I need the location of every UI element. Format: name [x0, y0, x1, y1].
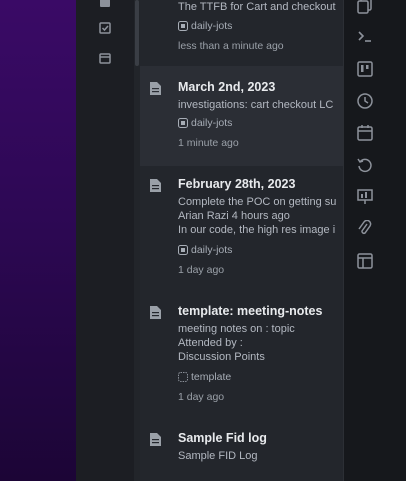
scrollbar-thumb[interactable] [135, 0, 139, 66]
note-tag[interactable]: daily-jots [178, 244, 232, 256]
list-item[interactable]: February 28th, 2023 Complete the POC on … [140, 166, 343, 294]
document-icon [150, 306, 161, 319]
kanban-icon[interactable] [356, 60, 374, 78]
document-icon [150, 179, 161, 192]
note-tag[interactable]: template [178, 371, 231, 383]
presentation-icon[interactable] [356, 188, 374, 206]
layout-icon[interactable] [356, 252, 374, 270]
note-preview-line: Attended by : [178, 337, 243, 349]
right-toolbar [343, 0, 406, 481]
document-icon [150, 82, 161, 95]
tag-label: daily-jots [191, 20, 233, 32]
note-preview-line: The TTFB for Cart and checkout [178, 1, 336, 13]
list-item[interactable]: Sample Fid log Sample FID Log [140, 420, 343, 481]
note-tag[interactable]: daily-jots [178, 117, 232, 129]
tag-icon [178, 118, 188, 128]
note-title: template: meeting-notes [178, 304, 323, 318]
note-timestamp: less than a minute ago [178, 40, 284, 52]
note-title: Sample Fid log [178, 431, 267, 445]
list-item[interactable]: template: meeting-notes meeting notes on… [140, 294, 343, 420]
tag-label: template [191, 371, 232, 383]
paperclip-icon[interactable] [356, 220, 374, 238]
note-title: February 28th, 2023 [178, 177, 296, 191]
notes-list: The TTFB for Cart and checkout daily-jot… [140, 0, 343, 481]
history-icon[interactable] [356, 156, 374, 174]
note-timestamp: 1 day ago [178, 391, 225, 403]
tag-icon [178, 372, 188, 382]
note-title: March 2nd, 2023 [178, 80, 276, 94]
checklist-icon[interactable] [98, 21, 112, 35]
note-preview-line: Sample FID Log [178, 450, 258, 462]
calendar-icon[interactable] [98, 51, 112, 65]
clock-icon[interactable] [356, 92, 374, 110]
note-preview-line: Complete the POC on getting su [178, 196, 337, 208]
note-preview-line: investigations: cart checkout LC [178, 99, 334, 111]
note-preview-line: meeting notes on : topic [178, 323, 295, 335]
tag-icon [178, 21, 188, 31]
document-icon [150, 433, 161, 446]
tag-label: daily-jots [191, 244, 233, 256]
tag-icon [178, 245, 188, 255]
note-preview-line: Discussion Points [178, 351, 265, 363]
note-timestamp: 1 day ago [178, 264, 225, 276]
note-timestamp: 1 minute ago [178, 137, 239, 149]
copy-icon[interactable] [356, 0, 374, 14]
note-tag[interactable]: daily-jots [178, 20, 232, 32]
list-item[interactable]: March 2nd, 2023 investigations: cart che… [140, 66, 343, 166]
note-preview-line: Arian Razi 4 hours ago [178, 210, 290, 222]
calendar-icon[interactable] [356, 124, 374, 142]
left-icon-rail [76, 0, 134, 481]
terminal-icon[interactable] [356, 27, 374, 45]
tag-label: daily-jots [191, 117, 233, 129]
list-item[interactable]: The TTFB for Cart and checkout daily-jot… [140, 0, 343, 66]
document-icon[interactable] [98, 0, 112, 8]
note-preview-line: In our code, the high res image i [178, 224, 336, 236]
